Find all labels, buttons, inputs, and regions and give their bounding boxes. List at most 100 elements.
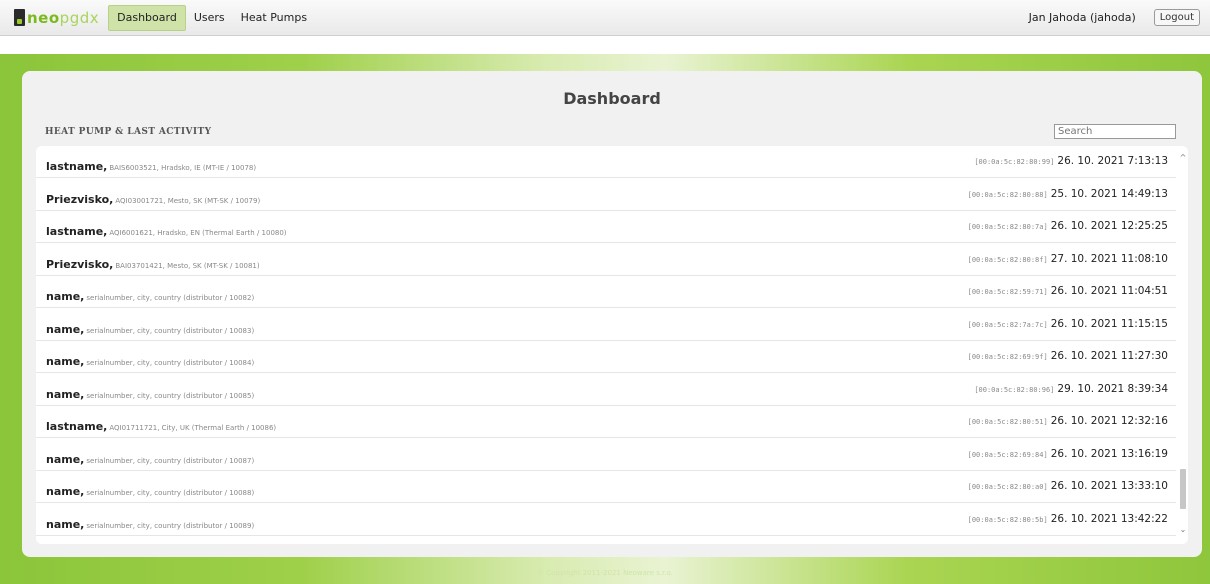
footer-copyright: © Copyright 2011-2021 Neoware s.r.o.: [537, 569, 673, 577]
nav-dashboard[interactable]: Dashboard: [108, 4, 186, 31]
row-details: serialnumber, city, country (distributor…: [86, 391, 255, 400]
list-item[interactable]: name, serialnumber, city, country (distri…: [36, 341, 1176, 373]
row-name: Priezvisko,: [46, 192, 114, 206]
row-activity: [00:0a:5c:82:80:5b] 26. 10. 2021 13:42:22: [968, 513, 1168, 525]
row-mac-address: [00:0a:5c:82:80:8f]: [967, 255, 1048, 264]
row-mac-address: [00:0a:5c:82:59:71]: [967, 288, 1048, 296]
row-last-activity: 26. 10. 2021 11:27:30: [1050, 350, 1168, 362]
row-mac-address: [00:0a:5c:82:69:84]: [967, 450, 1048, 459]
logout-button[interactable]: Logout: [1153, 9, 1200, 26]
row-details: serialnumber, city, country (distributor…: [86, 456, 255, 465]
row-name: name,: [46, 387, 85, 401]
row-activity: [00:0a:5c:82:80:51] 26. 10. 2021 12:32:16: [968, 415, 1168, 427]
row-identity: name, serialnumber, city, country (distri…: [46, 513, 254, 532]
row-last-activity: 26. 10. 2021 7:13:13: [1057, 155, 1168, 167]
row-identity: name, serialnumber, city, country (distri…: [46, 285, 254, 304]
row-details: serialnumber, city, country (distributor…: [86, 489, 255, 497]
row-name: lastname,: [46, 160, 108, 173]
row-last-activity: 26. 10. 2021 12:32:16: [1050, 415, 1168, 427]
row-identity: lastname, BAIS6003521, Hradsko, IE (MT-IE…: [46, 155, 256, 174]
row-identity: name, serialnumber, city, country (distri…: [46, 318, 254, 337]
row-details: BAIS6003521, Hradsko, IE (MT-IE / 10078): [109, 164, 257, 172]
list-item[interactable]: name, serialnumber, city, country (distri…: [36, 439, 1176, 471]
row-activity: [00:0a:5c:82:80:88] 25. 10. 2021 14:49:13: [968, 188, 1168, 200]
chevron-down-icon[interactable]: ⌄: [1178, 524, 1188, 536]
dashboard-panel: Dashboard HEAT PUMP & LAST ACTIVITY last…: [22, 71, 1202, 557]
row-last-activity: 26. 10. 2021 13:33:10: [1050, 480, 1168, 492]
row-last-activity: 26. 10. 2021 11:15:15: [1050, 317, 1168, 330]
logo-mark-icon: [14, 9, 25, 26]
heat-pump-list: lastname, BAIS6003521, Hradsko, IE (MT-IE…: [36, 146, 1188, 544]
row-mac-address: [00:0a:5c:82:7a:7c]: [967, 320, 1048, 329]
row-identity: Priezvisko, BAI03701421, Mesto, SK (MT-SK…: [46, 253, 260, 272]
row-identity: name, serialnumber, city, country (distri…: [46, 350, 254, 369]
row-details: AQI01711721, City, UK (Thermal Earth / 1…: [109, 424, 277, 432]
row-last-activity: 26. 10. 2021 13:42:22: [1050, 512, 1168, 525]
row-mac-address: [00:0a:5c:82:80:7a]: [967, 223, 1048, 231]
row-details: AQI03001721, Mesto, SK (MT-SK / 10079): [115, 196, 261, 205]
row-mac-address: [00:0a:5c:82:80:96]: [974, 385, 1055, 394]
row-identity: Priezvisko, AQI03001721, Mesto, SK (MT-SK…: [46, 188, 260, 207]
page-title: Dashboard: [563, 89, 661, 108]
nav-heat-pumps[interactable]: Heat Pumps: [233, 5, 315, 31]
row-name: name,: [46, 322, 85, 336]
row-name: name,: [46, 355, 85, 368]
list-item[interactable]: Priezvisko, AQI03001721, Mesto, SK (MT-SK…: [36, 179, 1176, 211]
logo-text: neopgdx: [27, 8, 100, 27]
row-name: name,: [46, 290, 85, 303]
row-activity: [00:0a:5c:82:80:a0] 26. 10. 2021 13:33:10: [968, 480, 1168, 492]
row-last-activity: 26. 10. 2021 11:04:51: [1050, 285, 1168, 297]
row-activity: [00:0a:5c:82:69:9f] 26. 10. 2021 11:27:30: [968, 350, 1168, 362]
list-item[interactable]: name, serialnumber, city, country (distri…: [36, 276, 1176, 308]
row-mac-address: [00:0a:5c:82:80:51]: [967, 418, 1048, 426]
row-name: lastname,: [46, 420, 108, 433]
scroll-thumb[interactable]: [1180, 469, 1186, 509]
row-last-activity: 26. 10. 2021 13:16:19: [1050, 447, 1168, 460]
row-last-activity: 27. 10. 2021 11:08:10: [1050, 252, 1168, 265]
row-details: serialnumber, city, country (distributor…: [86, 359, 255, 367]
row-last-activity: 26. 10. 2021 12:25:25: [1050, 220, 1168, 232]
list-item[interactable]: lastname, AQI6001621, Hradsko, EN (Therma…: [36, 211, 1176, 243]
row-activity: [00:0a:5c:82:80:99] 26. 10. 2021 7:13:13: [974, 155, 1168, 167]
row-details: BAI03701421, Mesto, SK (MT-SK / 10081): [115, 261, 260, 270]
app-logo[interactable]: neopgdx: [14, 0, 99, 36]
row-identity: lastname, AQI6001621, Hradsko, EN (Therma…: [46, 220, 287, 239]
section-title: HEAT PUMP & LAST ACTIVITY: [45, 127, 212, 137]
row-identity: name, serialnumber, city, country (distri…: [46, 383, 254, 402]
row-details: serialnumber, city, country (distributor…: [86, 521, 255, 530]
row-details: serialnumber, city, country (distributor…: [86, 294, 255, 302]
list-item[interactable]: name, serialnumber, city, country (distri…: [36, 471, 1176, 503]
row-details: serialnumber, city, country (distributor…: [86, 326, 255, 335]
list-item[interactable]: name, serialnumber, city, country (distri…: [36, 374, 1176, 406]
row-activity: [00:0a:5c:82:59:71] 26. 10. 2021 11:04:51: [968, 285, 1168, 297]
list-item[interactable]: lastname, AQI01711721, City, UK (Thermal …: [36, 406, 1176, 438]
row-details: AQI6001621, Hradsko, EN (Thermal Earth /…: [109, 229, 287, 237]
row-mac-address: [00:0a:5c:82:80:88]: [967, 190, 1048, 199]
search-input[interactable]: [1054, 124, 1176, 139]
row-mac-address: [00:0a:5c:82:80:99]: [974, 158, 1055, 166]
top-navbar: neopgdx Dashboard Users Heat Pumps Jan J…: [0, 0, 1210, 36]
row-identity: name, serialnumber, city, country (distri…: [46, 480, 254, 499]
list-item[interactable]: name, serialnumber, city, country (distri…: [36, 504, 1176, 536]
nav-users[interactable]: Users: [186, 5, 233, 31]
row-mac-address: [00:0a:5c:82:80:a0]: [967, 483, 1048, 491]
row-identity: lastname, AQI01711721, City, UK (Thermal …: [46, 415, 276, 434]
user-area: Jan Jahoda (jahoda) Logout: [1029, 9, 1210, 26]
row-name: name,: [46, 485, 85, 498]
row-activity: [00:0a:5c:82:80:7a] 26. 10. 2021 12:25:25: [968, 220, 1168, 232]
row-last-activity: 29. 10. 2021 8:39:34: [1057, 382, 1168, 395]
row-mac-address: [00:0a:5c:82:80:5b]: [967, 515, 1048, 524]
row-activity: [00:0a:5c:82:80:96] 29. 10. 2021 8:39:34: [974, 383, 1168, 395]
current-user-name: Jan Jahoda (jahoda): [1028, 11, 1136, 24]
row-activity: [00:0a:5c:82:69:84] 26. 10. 2021 13:16:19: [968, 448, 1168, 460]
list-item[interactable]: name, serialnumber, city, country (distri…: [36, 309, 1176, 341]
scrollbar[interactable]: ^ ⌄: [1178, 146, 1188, 544]
row-identity: name, serialnumber, city, country (distri…: [46, 448, 254, 467]
list-item[interactable]: Priezvisko, BAI03701421, Mesto, SK (MT-SK…: [36, 244, 1176, 276]
list-item[interactable]: lastname, BAIS6003521, Hradsko, IE (MT-IE…: [36, 146, 1176, 178]
row-activity: [00:0a:5c:82:80:8f] 27. 10. 2021 11:08:10: [968, 253, 1168, 265]
chevron-up-icon[interactable]: ^: [1178, 152, 1188, 164]
row-mac-address: [00:0a:5c:82:69:9f]: [967, 353, 1048, 361]
row-last-activity: 25. 10. 2021 14:49:13: [1050, 187, 1168, 200]
row-activity: [00:0a:5c:82:7a:7c] 26. 10. 2021 11:15:15: [968, 318, 1168, 330]
